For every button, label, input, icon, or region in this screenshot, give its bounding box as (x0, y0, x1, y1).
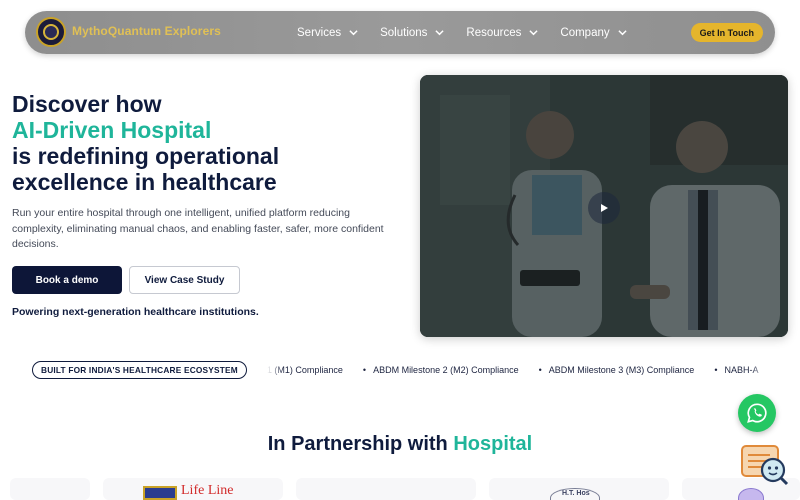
main-menu: Services Solutions Resources Company (297, 11, 649, 54)
partner-logo-lifeline: Life Line (181, 483, 234, 498)
menu-item-label: Services (297, 26, 342, 39)
whatsapp-icon (747, 403, 767, 423)
hero-title-line: Discover how (12, 91, 162, 117)
chevron-down-icon (618, 30, 627, 36)
compliance-ticker: BUILT FOR INDIA'S HEALTHCARE ECOSYSTEM 1… (30, 356, 768, 384)
chevron-down-icon (529, 30, 538, 36)
menu-item-resources[interactable]: Resources (466, 27, 538, 39)
partner-logo-card (296, 478, 476, 500)
ticker-item: • ABDM Milestone 3 (M3) Compliance (539, 365, 695, 375)
bullet-icon: • (714, 365, 718, 375)
ticker-item-label: 1 (M1) Compliance (266, 365, 343, 375)
hero-title: Discover how AI-Driven Hospital is redef… (12, 91, 392, 195)
chatbot-icon (741, 445, 789, 486)
partners-heading: In Partnership with Hospital (0, 433, 800, 456)
partners-heading-accent: Hospital (453, 433, 533, 455)
play-icon (601, 204, 608, 212)
lifeline-logo-icon (143, 486, 177, 500)
bullet-icon: • (538, 365, 542, 375)
ticker-item-label: ABDM Milestone 3 (M3) Compliance (548, 365, 695, 375)
hero-description: Run your entire hospital through one int… (12, 207, 384, 250)
brand-name[interactable]: MythoQuantum Explorers (72, 24, 221, 38)
menu-item-label: Solutions (380, 26, 428, 39)
powering-tagline: Powering next-generation healthcare inst… (12, 306, 259, 318)
view-case-study-button[interactable]: View Case Study (129, 266, 240, 294)
book-demo-button[interactable]: Book a demo (12, 266, 122, 294)
hero-title-line: is redefining operational (12, 143, 280, 169)
menu-item-services[interactable]: Services (297, 27, 358, 39)
ticker-item: • NABH-A (714, 365, 758, 375)
menu-item-label: Resources (466, 26, 522, 39)
menu-item-solutions[interactable]: Solutions (380, 26, 445, 39)
ticker-item: • ABDM Milestone 2 (M2) Compliance (363, 365, 519, 375)
partners-heading-prefix: In Partnership with (267, 433, 454, 455)
partner-logo-ht: H.T. Hos (562, 490, 590, 497)
ticker-item-label: ABDM Milestone 2 (M2) Compliance (373, 365, 519, 375)
bullet-icon: • (362, 365, 367, 375)
get-in-touch-button[interactable]: Get In Touch (690, 23, 763, 42)
whatsapp-button[interactable] (738, 394, 776, 432)
hero-title-accent: AI-Driven Hospital (12, 117, 212, 143)
chevron-down-icon (435, 30, 445, 36)
chatbot-button[interactable] (740, 444, 790, 486)
menu-item-company[interactable]: Company (560, 26, 627, 39)
hero-title-line: excellence in healthcare (12, 169, 277, 195)
ecosystem-badge: BUILT FOR INDIA'S HEALTHCARE ECOSYSTEM (32, 361, 247, 379)
compliance-marquee: 1 (M1) Compliance • ABDM Milestone 2 (M2… (267, 365, 767, 375)
brand-logo-icon[interactable] (36, 17, 66, 47)
ticker-item-label: NABH-A (724, 365, 759, 375)
hero-video[interactable] (420, 75, 788, 337)
chevron-down-icon (349, 30, 358, 36)
partner-logo-card (10, 478, 90, 500)
ticker-item: 1 (M1) Compliance (267, 365, 343, 375)
play-button[interactable] (588, 192, 620, 224)
menu-item-label: Company (560, 26, 610, 39)
top-navbar: MythoQuantum Explorers Services Solution… (25, 11, 775, 54)
